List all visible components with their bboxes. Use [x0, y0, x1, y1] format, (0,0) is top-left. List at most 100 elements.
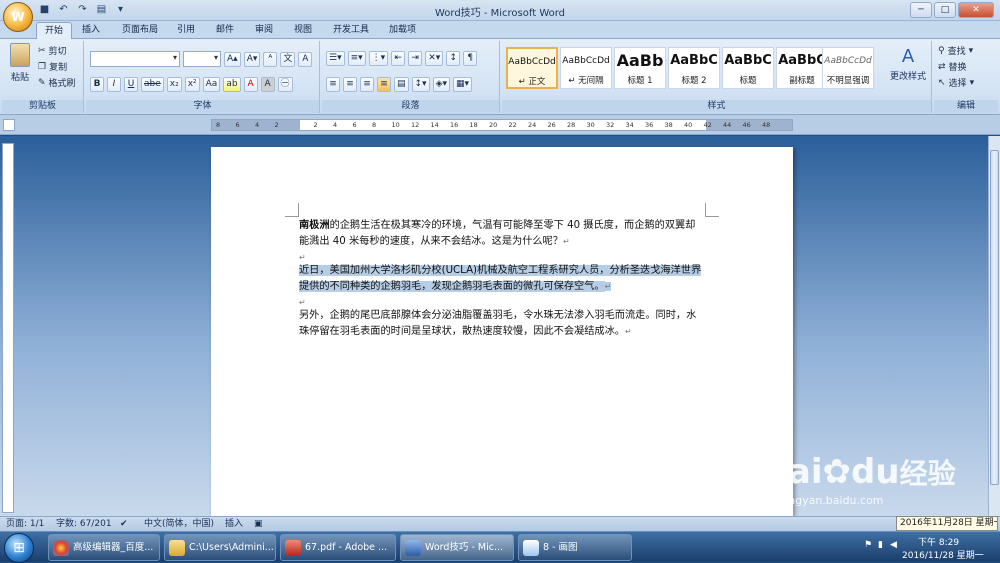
- increase-indent-button[interactable]: ⇥: [408, 51, 423, 66]
- close-button[interactable]: ✕: [958, 2, 994, 18]
- style-normal[interactable]: AaBbCcDd ↵ 正文: [506, 47, 558, 89]
- style-no-spacing[interactable]: AaBbCcDd ↵ 无间隔: [560, 47, 612, 89]
- taskbar-item-pdf[interactable]: 67.pdf - Adobe ...: [280, 534, 396, 561]
- tab-home[interactable]: 开始: [36, 22, 73, 39]
- sort-button[interactable]: ↕: [446, 51, 461, 66]
- clock-date[interactable]: 2016/11/28 星期一: [902, 548, 984, 561]
- taskbar-item-paint[interactable]: 8 - 画图: [518, 534, 632, 561]
- ribbon-tabs: 开始 插入 页面布局 引用 邮件 审阅 视图 开发工具 加载项: [0, 21, 1000, 39]
- grow-font-button[interactable]: A▴: [224, 51, 241, 67]
- replace-icon: ⇄: [938, 61, 946, 72]
- font-name-combo[interactable]: [90, 51, 180, 67]
- style-subtitle[interactable]: AaBbC 副标题: [776, 47, 828, 89]
- ruler-tick: 30: [586, 121, 595, 129]
- italic-button[interactable]: I: [107, 77, 121, 92]
- maximize-button[interactable]: □: [934, 2, 956, 18]
- chinese-layout-button[interactable]: ✕▾: [425, 51, 444, 66]
- font-size-combo[interactable]: [183, 51, 221, 67]
- word-icon: [405, 540, 421, 556]
- numbering-button[interactable]: ≡▾: [347, 51, 366, 66]
- replace-button[interactable]: ⇄ 替换: [938, 60, 967, 74]
- horizontal-ruler[interactable]: 8 6 4 2 2 4 6 8 10 12 14 16 18 20 22 24 26 28 30 32 34 36 38 40…: [211, 119, 793, 131]
- styles-label: 样式: [502, 100, 931, 113]
- tab-addins[interactable]: 加载项: [381, 22, 424, 39]
- clock-time[interactable]: 下午 8:29: [918, 535, 959, 548]
- minimize-button[interactable]: ─: [910, 2, 932, 18]
- align-left-button[interactable]: ≡: [326, 77, 340, 92]
- vertical-ruler[interactable]: [2, 143, 14, 513]
- multilevel-list-button[interactable]: ⋮▾: [368, 51, 389, 66]
- bold-button[interactable]: B: [90, 77, 104, 92]
- ruler-tick: 24: [528, 121, 537, 129]
- style-title[interactable]: AaBbC 标题: [722, 47, 774, 89]
- paste-button[interactable]: 粘贴: [6, 43, 34, 83]
- binoculars-icon: ⚲: [938, 45, 945, 56]
- window-title: Word技巧 - Microsoft Word: [434, 8, 566, 19]
- word-count[interactable]: 字数: 67/201: [56, 517, 112, 531]
- insert-mode[interactable]: 插入: [225, 517, 243, 531]
- change-case-button[interactable]: Aa: [202, 77, 221, 92]
- distributed-button[interactable]: ▤: [394, 77, 409, 92]
- tab-references[interactable]: 引用: [169, 22, 203, 39]
- show-marks-button[interactable]: ¶: [463, 51, 478, 66]
- line-spacing-button[interactable]: ↕▾: [411, 77, 430, 92]
- ruler-tick: 32: [606, 121, 615, 129]
- cut-button[interactable]: ✂ 剪切: [38, 44, 67, 58]
- style-heading-1[interactable]: AaBb 标题 1: [614, 47, 666, 89]
- borders-button[interactable]: ▦▾: [453, 77, 473, 92]
- taskbar-item-explorer[interactable]: C:\Users\Admini...: [164, 534, 276, 561]
- tab-mailings[interactable]: 邮件: [208, 22, 242, 39]
- clear-format-button[interactable]: ᴬ: [263, 51, 278, 67]
- proofing-icon[interactable]: ✔: [120, 517, 128, 531]
- char-shading-button[interactable]: A: [260, 77, 275, 92]
- justify-button[interactable]: ≡: [377, 77, 391, 92]
- ruler-tick: 44: [723, 121, 732, 129]
- phonetic-guide-button[interactable]: 文: [280, 51, 296, 67]
- tab-selector[interactable]: [3, 119, 15, 131]
- copy-button[interactable]: ❐ 复制: [38, 60, 67, 74]
- scroll-thumb[interactable]: [990, 150, 999, 485]
- paragraph-3[interactable]: 另外，企鹅的尾巴底部腺体会分泌油脂覆盖羽毛，令水珠无法渗入羽毛而流走。同时，水珠…: [299, 308, 705, 340]
- style-heading-2[interactable]: AaBbC 标题 2: [668, 47, 720, 89]
- volume-icon[interactable]: ◀: [890, 540, 897, 550]
- page-count[interactable]: 页面: 1/1: [6, 517, 44, 531]
- ribbon: 粘贴 ✂剪切 ❐复制 ✎格式刷 剪贴板 A▴ A▾ ᴬ 文 A B I U ab…: [0, 39, 1000, 115]
- style-subtle-emphasis[interactable]: AaBbCcDd 不明显强调: [822, 47, 874, 89]
- decrease-indent-button[interactable]: ⇤: [391, 51, 406, 66]
- language[interactable]: 中文(简体，中国): [144, 517, 214, 531]
- title-bar: ■ ↶ ↷ ▤ ▾ Word技巧 - Microsoft Word ─ □ ✕: [0, 0, 1000, 21]
- superscript-button[interactable]: x²: [184, 77, 200, 92]
- char-border-button[interactable]: A: [298, 51, 313, 67]
- strikethrough-button[interactable]: abe: [141, 77, 164, 92]
- paragraph-2-selected[interactable]: 近日，美国加州大学洛杉矶分校(UCLA)机械及航空工程系研究人员，分析圣迭戈海洋…: [299, 263, 705, 295]
- network-icon[interactable]: ▮: [878, 540, 883, 550]
- tab-developer[interactable]: 开发工具: [325, 22, 377, 39]
- tab-view[interactable]: 视图: [286, 22, 320, 39]
- flag-icon[interactable]: ⚑: [864, 540, 872, 550]
- ruler-tick: 8: [216, 121, 221, 129]
- subscript-button[interactable]: x₂: [166, 77, 182, 92]
- align-center-button[interactable]: ≡: [343, 77, 357, 92]
- shading-button[interactable]: ◈▾: [432, 77, 451, 92]
- office-button[interactable]: W: [3, 2, 33, 32]
- bullets-button[interactable]: ☰▾: [326, 51, 345, 66]
- tab-page-layout[interactable]: 页面布局: [114, 22, 166, 39]
- select-button[interactable]: ↖ 选择 ▾: [938, 76, 974, 90]
- align-right-button[interactable]: ≡: [360, 77, 374, 92]
- find-button[interactable]: ⚲ 查找 ▾: [938, 44, 973, 58]
- tab-review[interactable]: 审阅: [247, 22, 281, 39]
- enclosed-char-button[interactable]: ㊀: [277, 77, 293, 92]
- taskbar-item-word[interactable]: Word技巧 - Mic...: [400, 534, 514, 561]
- font-color-button[interactable]: A: [243, 77, 258, 92]
- document-page[interactable]: 南极洲的企鹅生活在极其寒冷的环境，气温有可能降至零下 40 摄氏度，而企鹅的双翼…: [211, 147, 793, 516]
- start-button[interactable]: ⊞: [4, 533, 34, 563]
- format-painter-button[interactable]: ✎ 格式刷: [38, 76, 76, 90]
- underline-button[interactable]: U: [124, 77, 138, 92]
- tab-insert[interactable]: 插入: [74, 22, 108, 39]
- paragraph-1[interactable]: 南极洲的企鹅生活在极其寒冷的环境，气温有可能降至零下 40 摄氏度，而企鹅的双翼…: [299, 218, 705, 250]
- taskbar-item-browser[interactable]: 高级编辑器_百度...: [48, 534, 160, 561]
- change-styles-button[interactable]: A 更改样式: [888, 45, 928, 82]
- macro-record-icon[interactable]: ▣: [254, 517, 263, 531]
- shrink-font-button[interactable]: A▾: [243, 51, 261, 67]
- highlight-button[interactable]: ab: [223, 77, 241, 92]
